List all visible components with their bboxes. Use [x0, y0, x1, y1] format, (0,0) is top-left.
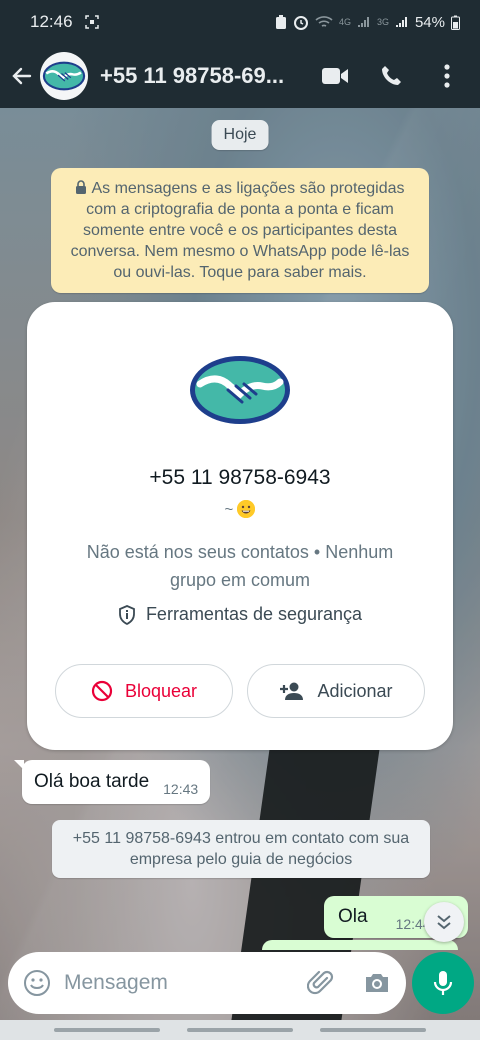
nav-recents-bar[interactable] [53, 1028, 160, 1032]
voice-message-button[interactable] [412, 952, 474, 1014]
chat-header: +55 11 98758-69... [0, 44, 480, 108]
back-arrow-icon [12, 67, 32, 85]
more-options-button[interactable] [432, 61, 462, 91]
camera-button[interactable] [362, 968, 392, 998]
nav-back-bar[interactable] [320, 1028, 427, 1032]
block-icon [91, 680, 113, 702]
contact-about: ~ [27, 500, 453, 518]
encryption-text: As mensagens e as ligações são protegida… [70, 180, 410, 281]
contact-title[interactable]: +55 11 98758-69... [100, 63, 310, 89]
emoji-icon [24, 970, 50, 996]
signal-icon-1 [357, 17, 369, 27]
status-bar: 12:46 4G 3G 54% [0, 0, 480, 44]
message-time: 12:43 [163, 781, 199, 797]
screenshot-icon [84, 15, 99, 29]
back-button[interactable] [4, 44, 40, 108]
status-time: 12:46 [30, 12, 73, 31]
contact-status-info: Não está nos seus contatos • Nenhum grup… [86, 542, 394, 590]
incoming-message[interactable]: Olá boa tarde 12:43 [13, 760, 211, 804]
handshake-logo-icon [42, 61, 86, 91]
block-label: Bloquear [124, 680, 198, 701]
about-text: ~ [224, 501, 234, 518]
lock-icon [76, 180, 87, 194]
paperclip-icon [307, 970, 334, 995]
system-message: +55 11 98758-6943 entrou em contato com … [52, 820, 430, 878]
scroll-to-bottom-button[interactable] [424, 902, 464, 942]
message-text: Ola [338, 906, 368, 927]
handshake-logo-icon [190, 356, 290, 424]
network-type-1: 4G [338, 17, 351, 27]
battery-icon [451, 15, 460, 30]
network-type-2: 3G [376, 17, 389, 27]
message-input[interactable] [64, 971, 284, 995]
wifi-icon [315, 16, 333, 27]
double-chevron-down-icon [437, 915, 451, 930]
signal-icon-2 [395, 17, 407, 27]
system-navigation-bar [0, 1020, 480, 1040]
video-call-button[interactable] [320, 61, 350, 91]
attach-button[interactable] [306, 968, 336, 998]
safety-tools-link[interactable]: Ferramentas de segurança [27, 604, 453, 625]
nav-home-bar[interactable] [186, 1028, 293, 1032]
chat-area[interactable]: Hoje As mensagens e as ligações são prot… [0, 108, 480, 1020]
contact-avatar[interactable] [40, 52, 88, 100]
battery-saver-icon [275, 15, 286, 29]
add-label: Adicionar [317, 680, 393, 701]
encryption-notice[interactable]: As mensagens e as ligações são protegida… [51, 168, 429, 293]
date-pill: Hoje [211, 120, 269, 150]
outgoing-message-partial [262, 940, 458, 950]
alarm-icon [293, 16, 308, 30]
more-options-icon [444, 64, 450, 88]
smiley-emoji-icon [237, 500, 256, 518]
battery-percent: 54% [414, 13, 445, 31]
video-call-icon [322, 68, 348, 84]
contact-phone: +55 11 98758-6943 [149, 466, 331, 489]
message-composer [8, 952, 406, 1014]
shield-info-icon [119, 604, 135, 625]
add-person-icon [280, 682, 304, 700]
message-text: Olá boa tarde [34, 771, 150, 792]
safety-label: Ferramentas de segurança [145, 604, 363, 624]
voice-call-icon [382, 66, 401, 85]
voice-call-button[interactable] [376, 61, 406, 91]
microphone-icon [433, 971, 453, 995]
add-contact-button[interactable]: Adicionar [247, 664, 425, 718]
camera-icon [366, 974, 388, 992]
emoji-button[interactable] [22, 968, 52, 998]
block-button[interactable]: Bloquear [55, 664, 233, 718]
contact-info-card: +55 11 98758-6943 ~ Não está nos seus co… [27, 302, 453, 750]
